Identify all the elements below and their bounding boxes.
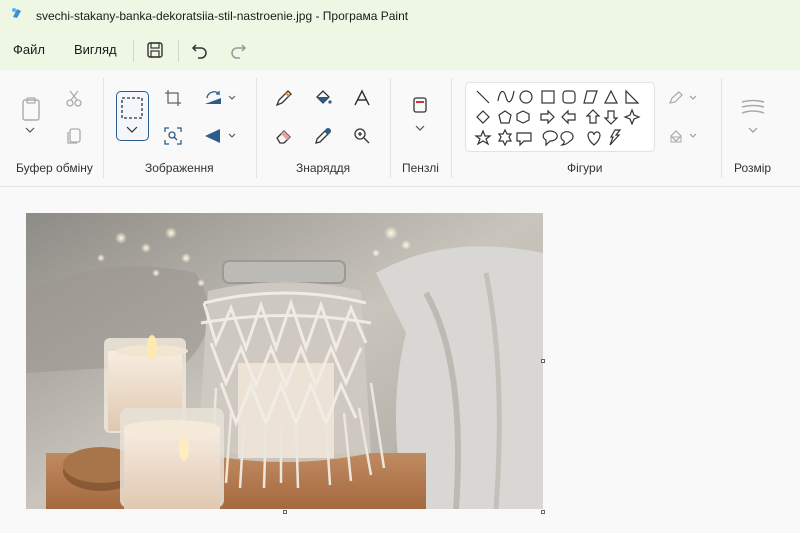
group-label-size: Розмір xyxy=(734,161,772,175)
ribbon-separator xyxy=(721,78,722,178)
select-button[interactable] xyxy=(116,91,149,141)
size-icon[interactable] xyxy=(740,98,766,138)
brush-icon[interactable] xyxy=(410,96,430,136)
outline-icon[interactable] xyxy=(668,90,700,106)
ribbon: Буфер обміну Зображення Знаряддя Пензлі xyxy=(0,70,800,187)
ribbon-separator xyxy=(256,78,257,178)
menu-bar: Файл Вигляд xyxy=(0,32,800,70)
undo-icon[interactable] xyxy=(190,40,212,62)
paint-palette-icon xyxy=(10,6,24,20)
redo-icon[interactable] xyxy=(228,40,250,62)
crop-icon[interactable] xyxy=(163,88,183,108)
menu-view[interactable]: Вигляд xyxy=(74,42,117,57)
group-label-clipboard: Буфер обміну xyxy=(16,161,93,175)
rotate-icon[interactable] xyxy=(203,88,239,108)
group-label-shapes: Фігури xyxy=(567,161,603,175)
ribbon-separator xyxy=(390,78,391,178)
photo-candles-macrame-jar xyxy=(26,213,543,509)
menu-file[interactable]: Файл xyxy=(13,42,45,57)
cut-icon[interactable] xyxy=(64,88,84,108)
fill-icon[interactable] xyxy=(313,88,333,108)
image-canvas[interactable] xyxy=(26,213,543,509)
copy-icon[interactable] xyxy=(64,126,84,146)
group-label-image: Зображення xyxy=(145,161,214,175)
chevron-down-icon[interactable] xyxy=(24,126,36,134)
eraser-icon[interactable] xyxy=(274,126,294,146)
resize-handle-corner[interactable] xyxy=(541,510,545,514)
group-label-brushes: Пензлі xyxy=(402,161,439,175)
ribbon-separator xyxy=(451,78,452,178)
title-bar: svechi-stakany-banka-dekoratsiia-stil-na… xyxy=(0,0,800,32)
text-icon[interactable] xyxy=(352,88,372,108)
window-title: svechi-stakany-banka-dekoratsiia-stil-na… xyxy=(36,9,409,23)
menu-separator xyxy=(133,40,134,62)
menu-separator xyxy=(178,40,179,62)
save-icon[interactable] xyxy=(145,40,167,62)
fill-style-icon[interactable] xyxy=(668,128,700,144)
pencil-icon[interactable] xyxy=(274,88,294,108)
resize-handle-bottom[interactable] xyxy=(283,510,287,514)
color-picker-icon[interactable] xyxy=(313,126,333,146)
group-label-tools: Знаряддя xyxy=(296,161,351,175)
paste-icon[interactable] xyxy=(20,96,42,122)
shapes-panel xyxy=(465,82,655,152)
ribbon-separator xyxy=(103,78,104,178)
resize-handle-right[interactable] xyxy=(541,359,545,363)
flip-icon[interactable] xyxy=(203,126,239,146)
image-search-icon[interactable] xyxy=(163,126,183,146)
magnifier-icon[interactable] xyxy=(352,126,372,146)
